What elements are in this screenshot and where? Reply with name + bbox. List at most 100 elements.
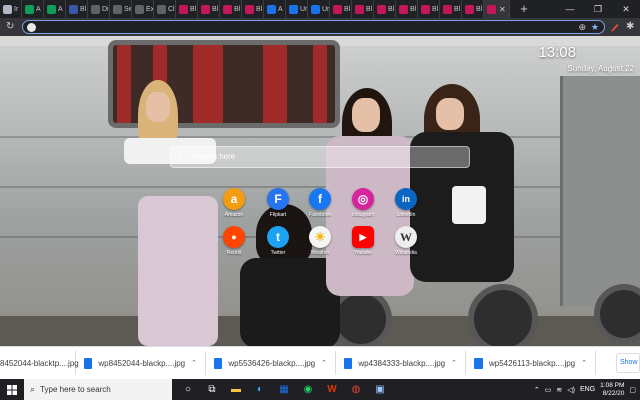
new-tab-button[interactable]: + xyxy=(516,1,532,17)
start-button[interactable] xyxy=(0,379,24,400)
cortana-icon[interactable]: ○ xyxy=(180,382,196,398)
search-input[interactable]: ⌕ search here xyxy=(170,146,470,168)
whatsapp-icon[interactable]: ◉ xyxy=(300,382,316,398)
file-explorer-icon[interactable]: ▬ xyxy=(228,382,244,398)
reddit-icon: ● xyxy=(223,226,245,248)
battery-icon[interactable]: ▭ xyxy=(545,386,552,394)
shortcut-wikipedia[interactable]: W Wikipedia xyxy=(384,226,428,256)
windows-logo-icon xyxy=(7,384,17,395)
tab[interactable]: Bl xyxy=(198,0,220,18)
shortcut-youtube[interactable]: ▶ Youtube xyxy=(341,226,385,256)
tab-favicon-icon xyxy=(333,4,342,14)
download-item[interactable]: 8452044-blacktp....jpg ⌃ xyxy=(0,351,91,375)
background-person-face xyxy=(146,92,170,122)
tab-title: A xyxy=(278,5,283,13)
extensions-puzzle-icon[interactable]: ✱ xyxy=(626,21,634,32)
tab[interactable]: Cl xyxy=(154,0,176,18)
reload-icon[interactable]: ↻ xyxy=(6,21,14,33)
maximize-button[interactable]: ❐ xyxy=(584,0,612,18)
zoom-icon[interactable]: ⊕ xyxy=(578,21,586,33)
shortcut-label: Flipkart xyxy=(269,212,287,218)
tab-title: Bl xyxy=(190,5,197,13)
download-item[interactable]: wp5536426-blackp....jpg ⌃ xyxy=(206,351,336,375)
tab-title: Di xyxy=(102,5,109,13)
bookmark-star-icon[interactable]: ★ xyxy=(591,21,599,33)
tab[interactable]: Bl xyxy=(220,0,242,18)
office-icon[interactable]: W xyxy=(324,382,340,398)
window-controls: — ❐ ✕ xyxy=(556,0,640,18)
edge-icon[interactable]: ◐ xyxy=(252,382,268,398)
tab[interactable]: Bl xyxy=(418,0,440,18)
chevron-up-icon[interactable]: ⌃ xyxy=(321,359,327,367)
shortcut-reddit[interactable]: ● Reddit xyxy=(212,226,256,256)
address-bar[interactable]: ⊕ ★ xyxy=(22,20,605,34)
shortcut-twitter[interactable]: t Twitter xyxy=(256,226,300,256)
store-icon[interactable]: ▦ xyxy=(276,382,292,398)
tab-title: Ur xyxy=(322,5,330,13)
tab-title: Bl xyxy=(256,5,263,13)
tab-title: Bl xyxy=(80,5,87,13)
download-item[interactable]: wp5426113-blackp....jpg ⌃ xyxy=(466,351,596,375)
download-item[interactable]: wp8452044-blackp....jpg ⌃ xyxy=(76,351,206,375)
background-person-face xyxy=(436,98,464,130)
tab[interactable]: Ir xyxy=(0,0,22,18)
amazon-icon: a xyxy=(223,188,245,210)
search-placeholder: search here xyxy=(193,152,236,161)
shortcut-weather[interactable]: ☀ Weather xyxy=(298,226,342,256)
shortcut-facebook[interactable]: f Facebook xyxy=(298,188,342,218)
tab[interactable]: Bl xyxy=(440,0,462,18)
background-trailer-door xyxy=(560,76,640,306)
chevron-up-icon[interactable]: ⌃ xyxy=(534,386,540,394)
close-tab-icon[interactable]: ✕ xyxy=(499,5,506,14)
language-indicator[interactable]: ENG xyxy=(580,386,595,393)
tab[interactable]: A xyxy=(22,0,44,18)
shortcut-label: Instagram xyxy=(351,212,375,218)
tab[interactable]: Bl xyxy=(352,0,374,18)
image-file-icon xyxy=(474,357,483,369)
linkedin-icon: in xyxy=(395,188,417,210)
tab-active[interactable]: ✕ xyxy=(484,0,510,18)
taskbar-search[interactable]: ⌕ Type here to search xyxy=(24,379,172,400)
tab[interactable]: Ur xyxy=(286,0,308,18)
task-view-icon[interactable]: ⧉ xyxy=(204,382,220,398)
tab[interactable]: Bl xyxy=(176,0,198,18)
shortcut-amazon[interactable]: a Amazon xyxy=(212,188,256,218)
shortcut-label: Youtube xyxy=(353,250,373,256)
chevron-up-icon[interactable]: ⌃ xyxy=(581,359,587,367)
wifi-icon[interactable]: ≋ xyxy=(556,386,562,394)
minimize-button[interactable]: — xyxy=(556,0,584,18)
tab-favicon-icon xyxy=(377,4,386,14)
tab[interactable]: Bl xyxy=(396,0,418,18)
taskbar-clock[interactable]: 1:08 PM 8/22/20 xyxy=(600,382,624,398)
clock-time: 13:08 xyxy=(538,44,576,61)
tab[interactable]: A xyxy=(44,0,66,18)
tab[interactable]: Bl xyxy=(66,0,88,18)
tab-favicon-icon xyxy=(355,4,364,14)
show-all-button[interactable]: Show xyxy=(616,353,640,373)
tab-favicon-icon xyxy=(443,4,452,14)
shortcut-flipkart[interactable]: F Flipkart xyxy=(256,188,300,218)
tab[interactable]: Bl xyxy=(462,0,484,18)
tab[interactable]: Bl xyxy=(242,0,264,18)
tab[interactable]: A xyxy=(264,0,286,18)
tab[interactable]: Di xyxy=(88,0,110,18)
close-window-button[interactable]: ✕ xyxy=(612,0,640,18)
tab[interactable]: Ur xyxy=(308,0,330,18)
system-tray: ⌃ ▭ ≋ ◁) ENG 1:08 PM 8/22/20 ▢ xyxy=(534,379,636,400)
chevron-up-icon[interactable]: ⌃ xyxy=(451,359,457,367)
tab[interactable]: Se xyxy=(110,0,132,18)
background-person-pants xyxy=(138,196,218,346)
notification-icon[interactable]: ▢ xyxy=(629,386,636,394)
tab-favicon-icon xyxy=(465,4,474,14)
photos-icon[interactable]: ▣ xyxy=(372,382,388,398)
download-item[interactable]: wp4384333-blackp....jpg ⌃ xyxy=(336,351,466,375)
volume-icon[interactable]: ◁) xyxy=(567,386,575,394)
chevron-up-icon[interactable]: ⌃ xyxy=(191,359,197,367)
tab[interactable]: Bl xyxy=(330,0,352,18)
chrome-icon[interactable]: ◍ xyxy=(348,382,364,398)
shortcut-instagram[interactable]: ◎ Instagram xyxy=(341,188,385,218)
tab[interactable]: Ex xyxy=(132,0,154,18)
tab[interactable]: Bl xyxy=(374,0,396,18)
extension-pen-icon[interactable] xyxy=(610,22,620,32)
shortcut-linkedin[interactable]: in LinkedIn xyxy=(384,188,428,218)
